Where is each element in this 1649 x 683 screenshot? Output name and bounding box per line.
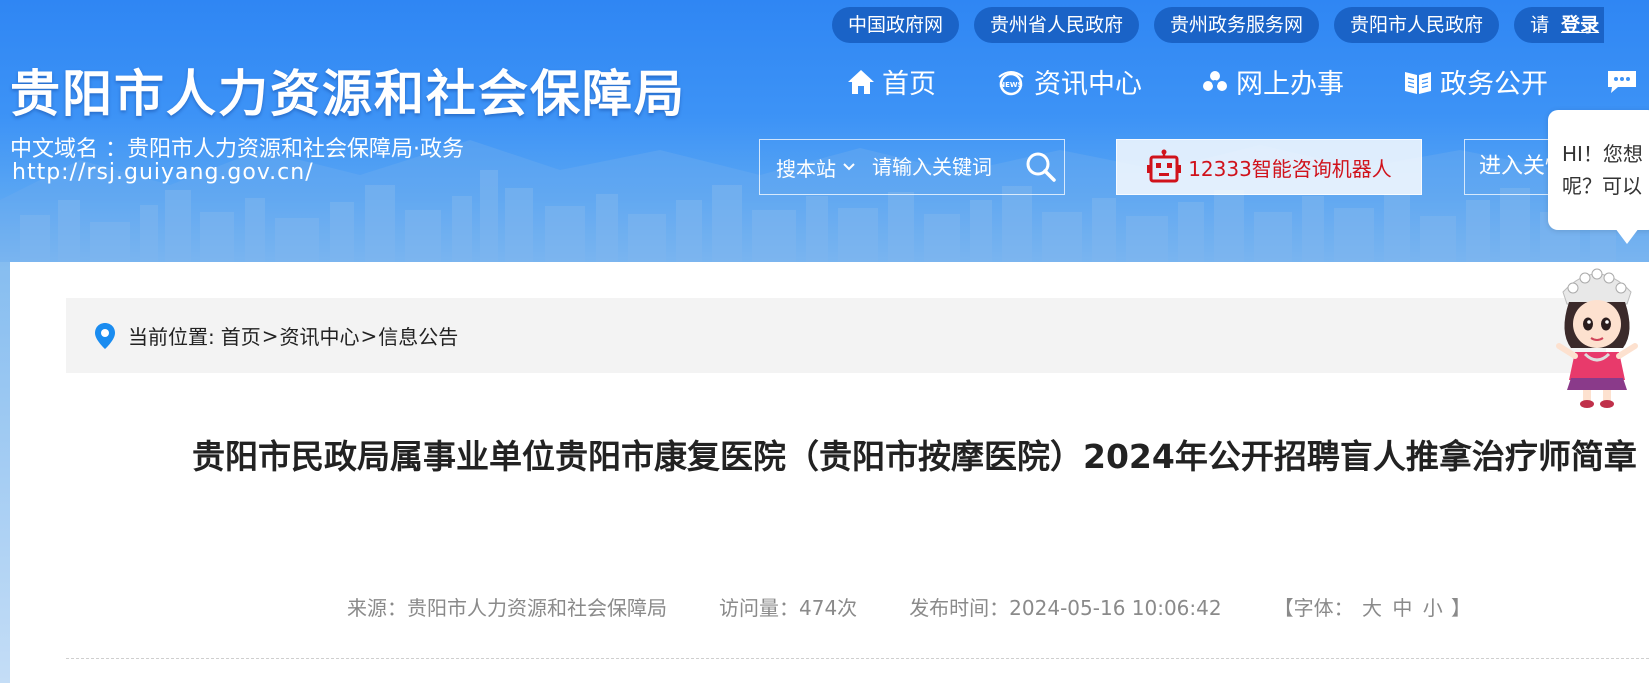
chevron-down-icon [843,163,855,171]
breadcrumb-prefix: 当前位置: [128,325,215,349]
open-book-icon [1405,71,1431,94]
main-nav: 首页 NEWS 资讯中心 网上办事 政务公开 [846,62,1649,101]
svg-text:NEWS: NEWS [999,81,1022,89]
font-size-label-open: 【字体： [1273,596,1354,620]
site-search: 搜本站 [759,139,1065,195]
top-link-guizhou-gov[interactable]: 贵州省人民政府 [974,7,1140,43]
font-size-medium[interactable]: 中 [1392,596,1412,620]
nav-affairs-label: 政务公开 [1440,69,1548,100]
login-prefix: 请 [1530,14,1550,36]
top-link-guiyang-gov[interactable]: 贵阳市人民政府 [1334,7,1500,43]
font-size-small[interactable]: 小 [1423,596,1443,620]
chinese-domain-name: 中文域名 ：贵阳市人力资源和社会保障局·政务 [10,137,464,162]
breadcrumb: 当前位置: 首页 > 资讯中心 > 信息公告 [66,298,1606,373]
breadcrumb-separator: > [360,323,378,348]
search-icon [1026,152,1056,182]
font-size-large[interactable]: 大 [1362,596,1382,620]
nav-online-service[interactable]: 网上办事 [1200,62,1344,101]
mascot-girl-icon[interactable] [1545,262,1649,410]
nav-interaction[interactable] [1606,62,1646,101]
location-pin-icon [95,322,115,349]
site-url: http://rsj.guiyang.gov.cn/ [12,160,314,185]
article-page: 当前位置: 首页 > 资讯中心 > 信息公告 贵阳市民政局属事业单位贵阳市康复医… [10,262,1649,683]
nav-news-center[interactable]: NEWS 资讯中心 [994,62,1142,101]
nav-news-label: 资讯中心 [1034,69,1142,100]
search-input[interactable] [872,155,1020,179]
font-size-label-close: 】 [1451,596,1472,620]
bubble-line-1: HI！您想 [1562,142,1643,166]
search-scope-label: 搜本站 [776,156,836,181]
robot-icon [1147,149,1182,183]
news-icon: NEWS [998,70,1024,95]
article-source: 来源：贵阳市人力资源和社会保障局 [347,596,667,620]
article-meta: 来源：贵阳市人力资源和社会保障局 访问量：474次 发布时间：2024-05-1… [347,592,1471,621]
home-icon [848,69,874,94]
search-scope-select[interactable]: 搜本站 [760,153,858,182]
nav-gov-affairs[interactable]: 政务公开 [1402,62,1548,101]
bubble-line-2: 呢？可以 [1562,174,1642,198]
font-size-control: 【字体： 大 中 小 】 [1274,592,1471,621]
article-title: 贵阳市民政局属事业单位贵阳市康复医院（贵阳市按摩医院）2024年公开招聘盲人推拿… [192,437,1637,476]
meta-divider [66,658,1649,659]
article-publish-time: 发布时间：2024-05-16 10:06:42 [909,596,1222,620]
top-link-guizhou-service[interactable]: 贵州政务服务网 [1154,7,1320,43]
page-side-strip [0,262,10,683]
nav-home[interactable]: 首页 [846,62,936,101]
nav-service-label: 网上办事 [1236,69,1344,100]
breadcrumb-news-center[interactable]: 资讯中心 [280,321,360,350]
site-title: 贵阳市人力资源和社会保障局 [10,65,686,123]
chat-icon [1608,70,1636,93]
top-links-bar: 中国政府网 贵州省人民政府 贵州政务服务网 贵阳市人民政府 请登录 [832,7,1605,43]
breadcrumb-home[interactable]: 首页 [221,321,261,350]
article-views: 访问量：474次 [719,596,858,620]
nav-home-label: 首页 [882,69,936,100]
assistant-speech-bubble[interactable]: HI！您想 呢？可以 [1548,110,1649,230]
robot-assistant-button[interactable]: 12333智能咨询机器人 [1116,139,1422,195]
robot-assistant-label: 12333智能咨询机器人 [1188,156,1392,181]
service-icon [1203,70,1227,91]
breadcrumb-separator: > [261,323,279,348]
search-button[interactable] [1024,150,1058,184]
top-link-china-gov[interactable]: 中国政府网 [832,7,960,43]
breadcrumb-announcements[interactable]: 信息公告 [378,321,458,350]
bubble-tail [1615,228,1639,244]
login-link[interactable]: 登录 [1561,14,1599,36]
login-pill: 请登录 [1514,7,1605,43]
site-header: 中国政府网 贵州省人民政府 贵州政务服务网 贵阳市人民政府 请登录 贵阳市人力资… [0,0,1649,262]
